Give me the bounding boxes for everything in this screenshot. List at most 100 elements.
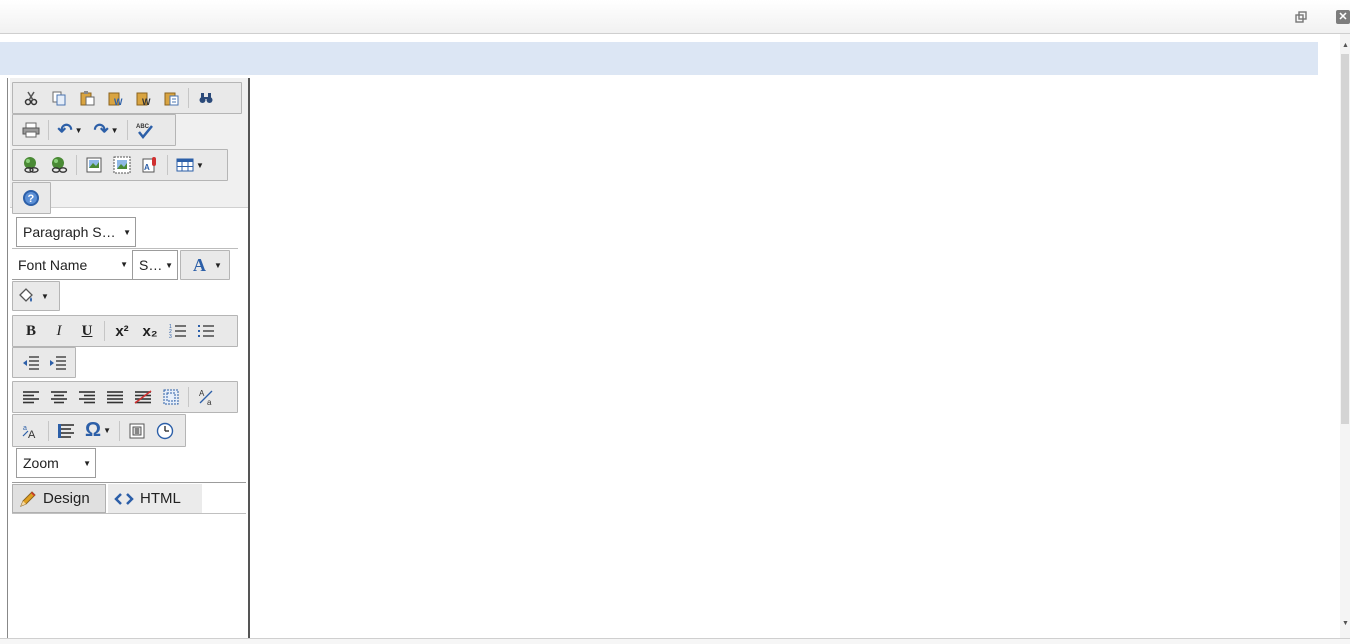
insert-toolbar-group: A ▼: [12, 149, 228, 181]
history-toolbar-group: ↶ ▼ ↷ ▼ ABC: [12, 114, 176, 146]
chevron-down-icon: ▼: [83, 458, 91, 468]
omega-icon: Ω: [85, 419, 102, 441]
bulleted-list-icon[interactable]: [192, 318, 220, 344]
paste-plain-text-icon[interactable]: W: [129, 85, 157, 111]
html-tab-label: HTML: [140, 490, 181, 507]
design-mode-tab[interactable]: Design: [12, 484, 106, 513]
help-icon[interactable]: ?: [17, 185, 45, 211]
restore-window-icon[interactable]: [1294, 10, 1308, 24]
redo-icon[interactable]: ↷ ▼: [88, 117, 124, 143]
print-icon[interactable]: [17, 117, 45, 143]
toolbar-row-divider: [12, 248, 238, 249]
spell-check-icon[interactable]: ABC: [131, 117, 159, 143]
font-size-value: S…: [139, 257, 163, 273]
convert-case-icon[interactable]: aA: [17, 418, 45, 444]
font-name-dropdown[interactable]: Font Name ▼: [12, 250, 132, 280]
toolbar-separator: [167, 155, 168, 175]
scroll-thumb[interactable]: [1341, 54, 1349, 424]
clipboard-toolbar-group: W W: [12, 82, 242, 114]
toolbar-separator: [48, 420, 49, 441]
indent-toolbar-group: [12, 347, 76, 378]
chevron-down-icon: ▼: [123, 227, 131, 237]
insert-date-time-icon[interactable]: [151, 418, 179, 444]
paragraph-style-value: Paragraph S…: [23, 224, 116, 240]
select-all-icon[interactable]: [157, 384, 185, 410]
paste-as-html-icon[interactable]: [157, 85, 185, 111]
help-toolbar-group: ?: [12, 182, 51, 214]
cut-icon[interactable]: [17, 85, 45, 111]
svg-text:a: a: [23, 425, 27, 432]
scroll-up-arrow-icon[interactable]: ▲: [1342, 42, 1349, 49]
undo-icon[interactable]: ↶ ▼: [52, 117, 88, 143]
subscript-button[interactable]: x₂: [136, 318, 164, 344]
toolbar-separator: [48, 120, 49, 140]
image-map-icon[interactable]: [108, 152, 136, 178]
document-manager-icon[interactable]: A: [136, 152, 164, 178]
align-right-icon[interactable]: [73, 384, 101, 410]
window-title-bar: ✕: [0, 0, 1350, 34]
background-color-button[interactable]: ▼: [12, 281, 60, 311]
font-size-dropdown[interactable]: S… ▼: [132, 250, 178, 280]
special-characters-button[interactable]: Ω ▼: [80, 418, 116, 444]
italic-button[interactable]: I: [45, 318, 73, 344]
numbered-list-icon[interactable]: 123: [164, 318, 192, 344]
bottom-frame-edge: [0, 638, 1350, 644]
paragraph-align-icon[interactable]: [52, 418, 80, 444]
find-replace-icon[interactable]: [192, 85, 220, 111]
scroll-down-arrow-icon[interactable]: ▼: [1342, 620, 1349, 627]
font-name-value: Font Name: [18, 256, 88, 273]
align-left-icon[interactable]: [17, 384, 45, 410]
html-mode-tab[interactable]: HTML: [108, 484, 202, 513]
toolbar-separator: [188, 88, 189, 108]
paste-from-word-icon[interactable]: W: [101, 85, 129, 111]
format-toolbar-group: B I U x² x₂ 123: [12, 315, 238, 347]
insert-form-element-icon[interactable]: [123, 418, 151, 444]
svg-text:ABC: ABC: [136, 124, 150, 130]
copy-icon[interactable]: [45, 85, 73, 111]
indent-icon[interactable]: [44, 350, 71, 376]
zoom-dropdown[interactable]: Zoom ▼: [16, 448, 96, 478]
design-tab-label: Design: [43, 490, 90, 507]
image-manager-icon[interactable]: [80, 152, 108, 178]
toolbar-separator: [104, 321, 105, 341]
alignment-toolbar-group: Aa: [12, 381, 238, 413]
remove-link-icon[interactable]: [45, 152, 73, 178]
svg-text:W: W: [114, 97, 123, 106]
extra-toolbar-group: aA Ω ▼: [12, 414, 186, 447]
svg-text:A: A: [144, 163, 150, 172]
font-color-button[interactable]: A ▼: [180, 250, 230, 280]
close-window-icon[interactable]: ✕: [1336, 10, 1350, 24]
zoom-value: Zoom: [23, 455, 59, 471]
dialog-header-band: [0, 42, 1318, 75]
svg-text:A: A: [28, 429, 36, 440]
align-center-icon[interactable]: [45, 384, 73, 410]
editor-mode-bar: Design HTML: [12, 482, 246, 514]
svg-text:3: 3: [169, 334, 172, 339]
toolbar-separator: [76, 155, 77, 175]
svg-text:W: W: [142, 97, 151, 106]
insert-table-icon[interactable]: ▼: [171, 152, 209, 178]
outdent-icon[interactable]: [17, 350, 44, 376]
chevron-down-icon: ▼: [120, 260, 128, 269]
paragraph-style-dropdown[interactable]: Paragraph S… ▼: [16, 217, 136, 247]
insert-link-icon[interactable]: [17, 152, 45, 178]
vertical-scrollbar[interactable]: ▲ ▼: [1340, 34, 1350, 638]
superscript-button[interactable]: x²: [108, 318, 136, 344]
format-stripper-icon[interactable]: Aa: [192, 384, 220, 410]
remove-alignment-icon[interactable]: [129, 384, 157, 410]
pencil-icon: [20, 490, 36, 507]
font-color-icon: A: [193, 254, 206, 275]
left-frame-edge: [0, 78, 8, 638]
toolbar-separator: [188, 387, 189, 407]
toolbar-separator: [127, 120, 128, 140]
paint-bucket-icon: [19, 288, 33, 302]
bold-button[interactable]: B: [17, 318, 45, 344]
editor-toolbar-panel: W W ↶ ▼ ↷ ▼ ABC A ▼ ? Paragraph S… ▼ Fon…: [8, 78, 250, 638]
justify-icon[interactable]: [101, 384, 129, 410]
code-brackets-icon: [114, 492, 134, 505]
paste-icon[interactable]: [73, 85, 101, 111]
svg-text:a: a: [207, 398, 212, 406]
chevron-down-icon: ▼: [165, 260, 173, 270]
svg-text:A: A: [199, 389, 205, 398]
underline-button[interactable]: U: [73, 318, 101, 344]
